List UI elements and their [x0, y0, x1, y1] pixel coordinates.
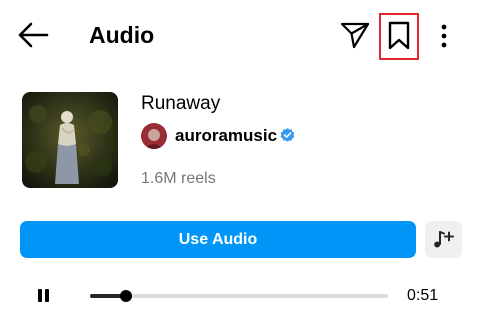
- progress-bar[interactable]: [90, 290, 388, 302]
- progress-thumb[interactable]: [119, 290, 132, 302]
- verified-badge-icon: [279, 127, 296, 144]
- share-button[interactable]: [338, 18, 372, 52]
- more-vertical-icon: [441, 24, 447, 48]
- use-audio-button[interactable]: Use Audio: [20, 221, 416, 258]
- back-button[interactable]: [14, 18, 54, 52]
- send-icon: [340, 22, 370, 49]
- duration-label: 0:51: [407, 287, 439, 304]
- arrow-left-icon: [18, 22, 49, 48]
- track-title: Runaway: [141, 93, 221, 114]
- album-cover: [22, 92, 118, 188]
- reels-count: 1.6M reels: [141, 170, 216, 187]
- music-add-icon: [434, 231, 454, 248]
- artist-name[interactable]: auroramusic: [175, 124, 277, 148]
- more-options-button[interactable]: [432, 20, 456, 52]
- save-button[interactable]: [379, 13, 419, 60]
- artist-avatar[interactable]: [141, 123, 167, 149]
- bookmark-icon: [388, 21, 410, 50]
- pause-icon: [38, 289, 49, 302]
- add-to-reel-button[interactable]: [425, 221, 462, 258]
- page-title: Audio: [89, 22, 155, 48]
- pause-button[interactable]: [34, 286, 54, 306]
- use-audio-label: Use Audio: [178, 230, 258, 248]
